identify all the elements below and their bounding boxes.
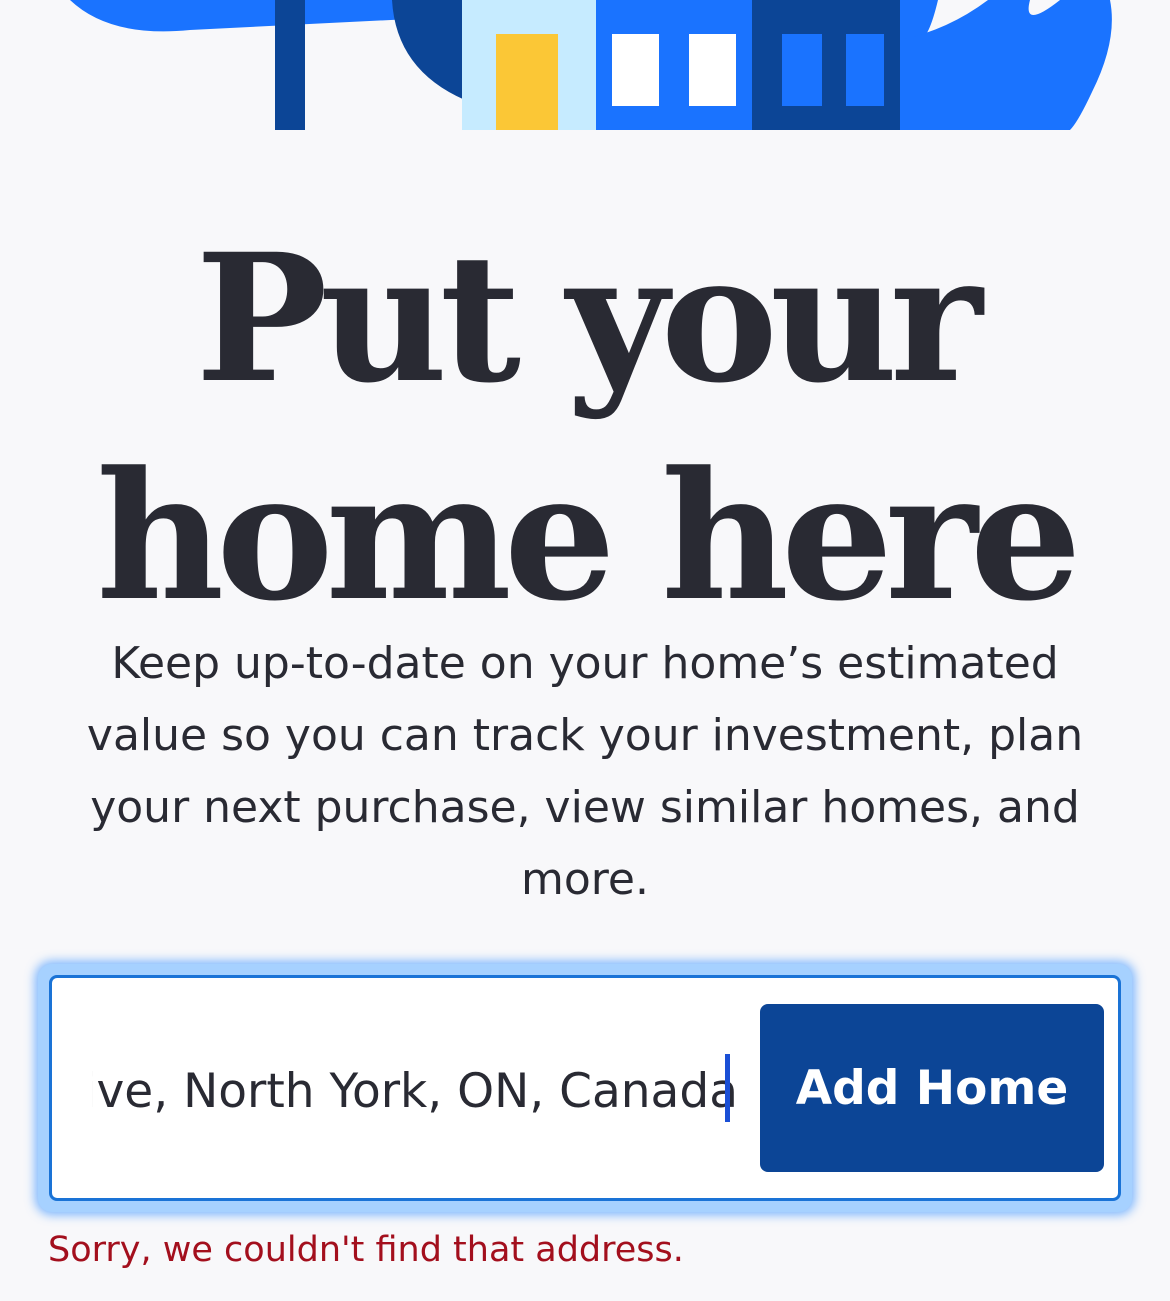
- dark-bush: [392, 0, 465, 100]
- page-title-line-2: home here: [96, 433, 1081, 640]
- text-caret: [725, 1054, 730, 1122]
- address-input-value: rive, North York, ON, Canada: [92, 1064, 738, 1119]
- page-subtitle: Keep up-to-date on your home’s estimated…: [86, 638, 1084, 905]
- left-tree-trunk-stem: [275, 0, 305, 130]
- add-home-button[interactable]: Add Home: [760, 1004, 1104, 1172]
- house-window: [612, 34, 659, 106]
- house-window: [782, 34, 822, 106]
- house-window: [846, 34, 884, 106]
- address-error-message: Sorry, we couldn't find that address.: [48, 1230, 684, 1270]
- page: Put your home here Keep up-to-date on yo…: [0, 0, 1170, 1301]
- page-title-line-1: Put your: [195, 215, 982, 422]
- address-search-field: rive, North York, ON, Canada Add Home: [49, 975, 1121, 1201]
- page-title: Put your home here: [0, 210, 1170, 646]
- house-door: [496, 34, 558, 130]
- house-window: [689, 34, 736, 106]
- address-input[interactable]: rive, North York, ON, Canada: [92, 1048, 738, 1136]
- house-illustration: [70, 0, 1112, 130]
